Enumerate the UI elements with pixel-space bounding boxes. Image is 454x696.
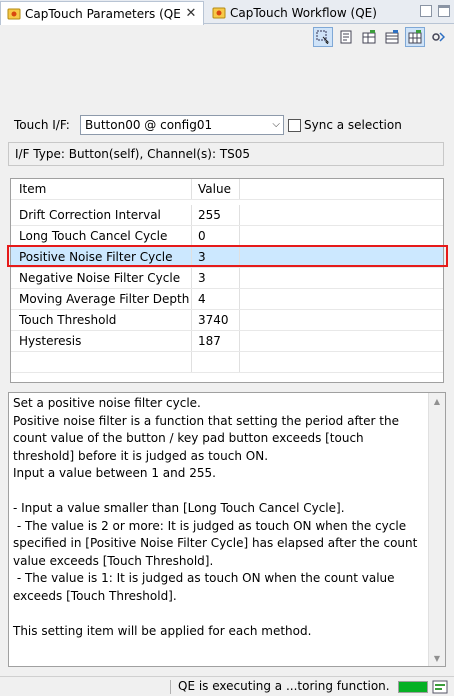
table-cell-item (11, 352, 192, 372)
table-icon[interactable] (382, 27, 402, 47)
table-cell-value[interactable]: 4 (192, 289, 240, 309)
table-cell-item: Long Touch Cancel Cycle (11, 226, 192, 246)
touch-if-value: Button00 @ config01 (85, 118, 213, 132)
grid-icon[interactable] (359, 27, 379, 47)
scroll-down-icon[interactable]: ▼ (429, 650, 445, 666)
touch-if-label: Touch I/F: (14, 118, 70, 132)
touch-if-row: Touch I/F: Button00 @ config01 ⌵ Sync a … (14, 115, 444, 135)
table-row[interactable]: Negative Noise Filter Cycle 3 (11, 268, 443, 289)
close-icon[interactable]: ✕ (185, 6, 197, 21)
table-cell-item: Drift Correction Interval (11, 205, 192, 225)
view-toolbar (313, 27, 448, 47)
column-header-value[interactable]: Value (192, 179, 240, 199)
tab-label: CapTouch Workflow (QE) (230, 5, 376, 20)
status-separator (170, 680, 171, 694)
description-scrollbar[interactable]: ▲ ▼ (428, 393, 445, 666)
table-header: Item Value (11, 179, 443, 200)
table-cell-item: Positive Noise Filter Cycle (11, 247, 192, 267)
touch-if-select[interactable]: Button00 @ config01 ⌵ (80, 115, 284, 135)
table-row-empty (11, 352, 443, 373)
table-cell-item: Hysteresis (11, 331, 192, 351)
maximize-icon[interactable] (438, 5, 450, 17)
captouch-icon (212, 7, 226, 18)
document-icon[interactable] (336, 27, 356, 47)
captouch-icon (7, 8, 21, 19)
table-row[interactable]: Hysteresis 187 (11, 331, 443, 352)
table-cell-value[interactable]: 3740 (192, 310, 240, 330)
tab-captouch-parameters[interactable]: CapTouch Parameters (QE) ✕ (0, 1, 204, 25)
table-cell-value[interactable]: 3 (192, 268, 240, 288)
tab-captouch-workflow[interactable]: CapTouch Workflow (QE) (206, 1, 382, 24)
column-header-item[interactable]: Item (11, 179, 192, 199)
scroll-up-icon[interactable]: ▲ (429, 393, 445, 409)
table-cell-item: Negative Noise Filter Cycle (11, 268, 192, 288)
tab-bar: CapTouch Parameters (QE) ✕ CapTouch Work… (0, 0, 454, 25)
description-panel: Set a positive noise filter cycle. Posit… (8, 392, 446, 667)
parameter-table: Item Value Drift Correction Interval 255… (10, 178, 444, 383)
table-cell-value (192, 352, 240, 372)
table-cell-value[interactable]: 3 (192, 247, 240, 267)
progress-bar[interactable] (398, 681, 428, 693)
table-row[interactable]: Touch Threshold 3740 (11, 310, 443, 331)
table-row-selected[interactable]: Positive Noise Filter Cycle 3 (11, 247, 443, 268)
table-row[interactable]: Drift Correction Interval 255 (11, 205, 443, 226)
description-text: Set a positive noise filter cycle. Posit… (13, 396, 418, 638)
tab-label: CapTouch Parameters (QE) (25, 6, 181, 21)
if-type-text: I/F Type: Button(self), Channel(s): TS05 (15, 147, 251, 161)
table-cell-value[interactable]: 187 (192, 331, 240, 351)
progress-fill (399, 682, 427, 692)
select-pressed-icon[interactable] (313, 27, 333, 47)
settings-icon[interactable] (428, 27, 448, 47)
if-type-field: I/F Type: Button(self), Channel(s): TS05 (8, 142, 444, 166)
checkbox-box[interactable] (288, 118, 301, 132)
minimize-icon[interactable] (420, 5, 432, 17)
table-cell-item: Moving Average Filter Depth (11, 289, 192, 309)
table-cell-value[interactable]: 255 (192, 205, 240, 225)
status-text: QE is executing a ...toring function. (178, 679, 390, 693)
table-row[interactable]: Moving Average Filter Depth 4 (11, 289, 443, 310)
table-row[interactable]: Long Touch Cancel Cycle 0 (11, 226, 443, 247)
window-controls (420, 5, 450, 17)
sync-selection-checkbox[interactable]: Sync a selection (288, 118, 402, 132)
chevron-down-icon: ⌵ (272, 119, 280, 130)
progress-view-icon[interactable] (432, 680, 448, 694)
sync-selection-label: Sync a selection (304, 118, 402, 132)
table-cell-item: Touch Threshold (11, 310, 192, 330)
grid-pressed-icon[interactable] (405, 27, 425, 47)
table-cell-value[interactable]: 0 (192, 226, 240, 246)
status-bar: QE is executing a ...toring function. (0, 676, 454, 696)
